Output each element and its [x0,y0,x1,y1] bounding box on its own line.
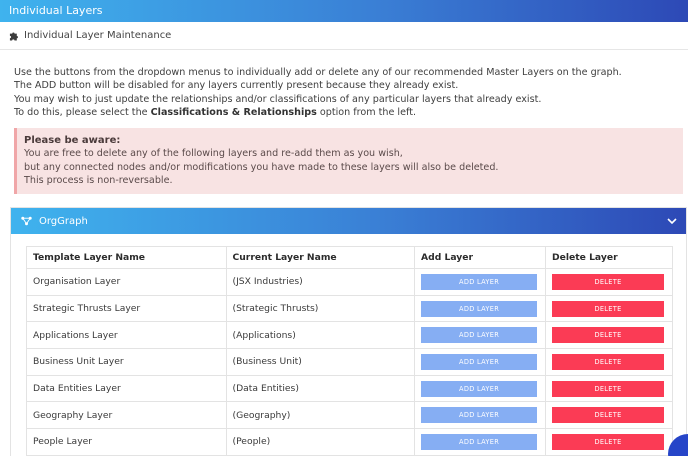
graph-icon [21,216,32,226]
current-layer-name: (Geography) [225,401,416,430]
intro-text-span: option from the left. [316,107,417,119]
template-layer-name: Organisation Layer [26,268,227,296]
add-cell: ADD LAYER [414,374,547,403]
template-layer-name: Applications Layer [26,321,227,350]
delete-layer-button[interactable]: DELETE [552,353,665,370]
intro-text: Use the buttons from the dropdown menus … [14,66,674,120]
add-layer-button[interactable]: ADD LAYER [421,433,538,450]
intro-line: To do this, please select the Classifica… [14,106,674,119]
alert-line: This process is non-reversable. [24,175,173,187]
card-title: OrgGraph [39,215,88,227]
puzzle-icon [9,32,18,41]
table-header-row: Template Layer Name Current Layer Name A… [26,246,673,269]
top-bar-title: Individual Layers [9,4,103,17]
delete-cell: DELETE [545,348,673,376]
card-header[interactable]: OrgGraph [11,208,686,234]
add-layer-button[interactable]: ADD LAYER [421,380,538,397]
table-row: Business Unit Layer (Business Unit) ADD … [26,348,673,376]
intro-line: You may wish to just update the relation… [14,93,542,105]
template-layer-name: Geography Layer [26,401,227,430]
delete-cell: DELETE [545,268,673,296]
template-layer-name: Data Entities Layer [26,374,227,403]
table-row: Data Entities Layer (Data Entities) ADD … [26,374,673,403]
orggraph-card: OrgGraph Template Layer Name Current Lay… [10,207,687,456]
intro-text-span: To do this, please select the [14,107,151,119]
current-layer-name: (Strategic Thrusts) [225,294,416,323]
add-cell: ADD LAYER [414,321,547,350]
add-layer-button[interactable]: ADD LAYER [421,327,538,344]
current-layer-name: (Business Unit) [225,348,416,376]
table-row: Organisation Layer (JSX Industries) ADD … [26,268,673,296]
column-header: Current Layer Name [225,246,416,269]
delete-layer-button[interactable]: DELETE [552,433,665,450]
delete-cell: DELETE [545,401,673,430]
table-row: Geography Layer (Geography) ADD LAYER DE… [26,401,673,430]
alert-line: You are free to delete any of the follow… [24,148,403,160]
add-cell: ADD LAYER [414,268,547,296]
intro-line: The ADD button will be disabled for any … [14,80,459,92]
add-layer-button[interactable]: ADD LAYER [421,407,538,424]
delete-cell: DELETE [545,374,673,403]
delete-layer-button[interactable]: DELETE [552,407,665,424]
current-layer-name: (Data Entities) [225,374,416,403]
table-row: People Layer (People) ADD LAYER DELETE [26,428,673,456]
current-layer-name: (JSX Industries) [225,268,416,296]
current-layer-name: (People) [225,428,416,456]
alert-title: Please be aware: [24,135,121,146]
warning-alert: Please be aware: You are free to delete … [14,128,683,194]
column-header: Template Layer Name [26,246,227,269]
delete-cell: DELETE [545,321,673,350]
alert-line: but any connected nodes and/or modificat… [24,161,499,173]
section-title: Individual Layer Maintenance [24,30,172,41]
delete-cell: DELETE [545,428,673,456]
column-header: Delete Layer [545,246,673,269]
add-cell: ADD LAYER [414,428,547,456]
add-cell: ADD LAYER [414,348,547,376]
add-layer-button[interactable]: ADD LAYER [421,300,538,317]
intro-line: Use the buttons from the dropdown menus … [14,67,622,78]
layers-table: Template Layer Name Current Layer Name A… [26,246,673,456]
current-layer-name: (Applications) [225,321,416,350]
add-layer-button[interactable]: ADD LAYER [421,273,538,290]
column-header: Add Layer [414,246,547,269]
delete-layer-button[interactable]: DELETE [552,273,665,290]
section-header: Individual Layer Maintenance [0,22,688,50]
template-layer-name: Strategic Thrusts Layer [26,294,227,323]
delete-layer-button[interactable]: DELETE [552,300,665,317]
classifications-relationships-ref: Classifications & Relationships [150,107,317,119]
add-cell: ADD LAYER [414,294,547,323]
delete-layer-button[interactable]: DELETE [552,380,665,397]
delete-cell: DELETE [545,294,673,323]
chevron-down-icon[interactable] [666,215,678,227]
table-row: Strategic Thrusts Layer (Strategic Thrus… [26,294,673,323]
template-layer-name: Business Unit Layer [26,348,227,376]
delete-layer-button[interactable]: DELETE [552,327,665,344]
template-layer-name: People Layer [26,428,227,456]
add-cell: ADD LAYER [414,401,547,430]
add-layer-button[interactable]: ADD LAYER [421,353,538,370]
table-row: Applications Layer (Applications) ADD LA… [26,321,673,350]
top-bar: Individual Layers [0,0,688,22]
